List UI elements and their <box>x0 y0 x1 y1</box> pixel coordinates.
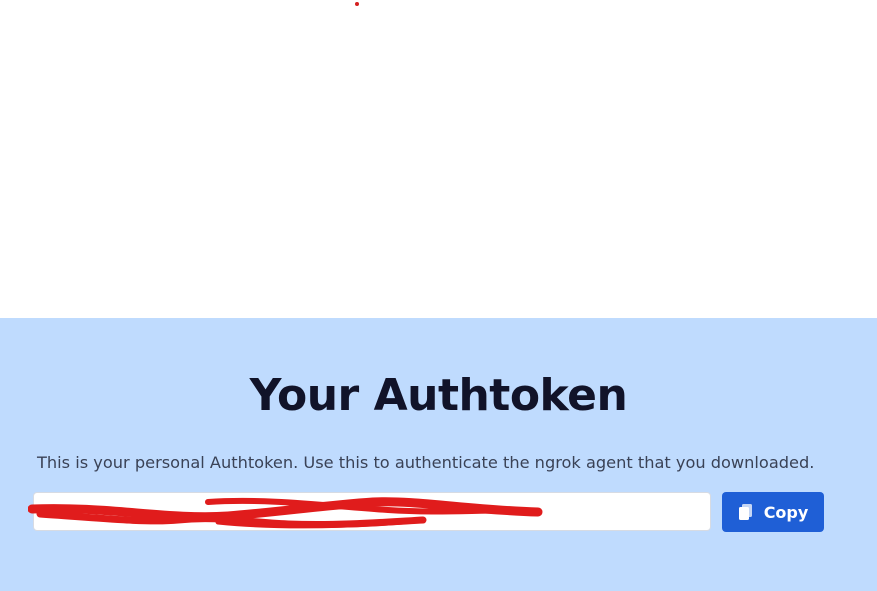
copy-icon <box>738 503 754 521</box>
authtoken-field[interactable] <box>33 492 711 531</box>
blank-content-area <box>0 0 877 318</box>
authtoken-title: Your Authtoken <box>249 370 628 421</box>
authtoken-section: Your Authtoken This is your personal Aut… <box>0 318 877 591</box>
authtoken-description: This is your personal Authtoken. Use thi… <box>37 453 815 472</box>
red-dot-mark <box>355 2 359 6</box>
copy-button-label: Copy <box>763 502 809 522</box>
copy-button[interactable]: Copy <box>722 492 824 532</box>
page: Your Authtoken This is your personal Aut… <box>0 0 877 591</box>
